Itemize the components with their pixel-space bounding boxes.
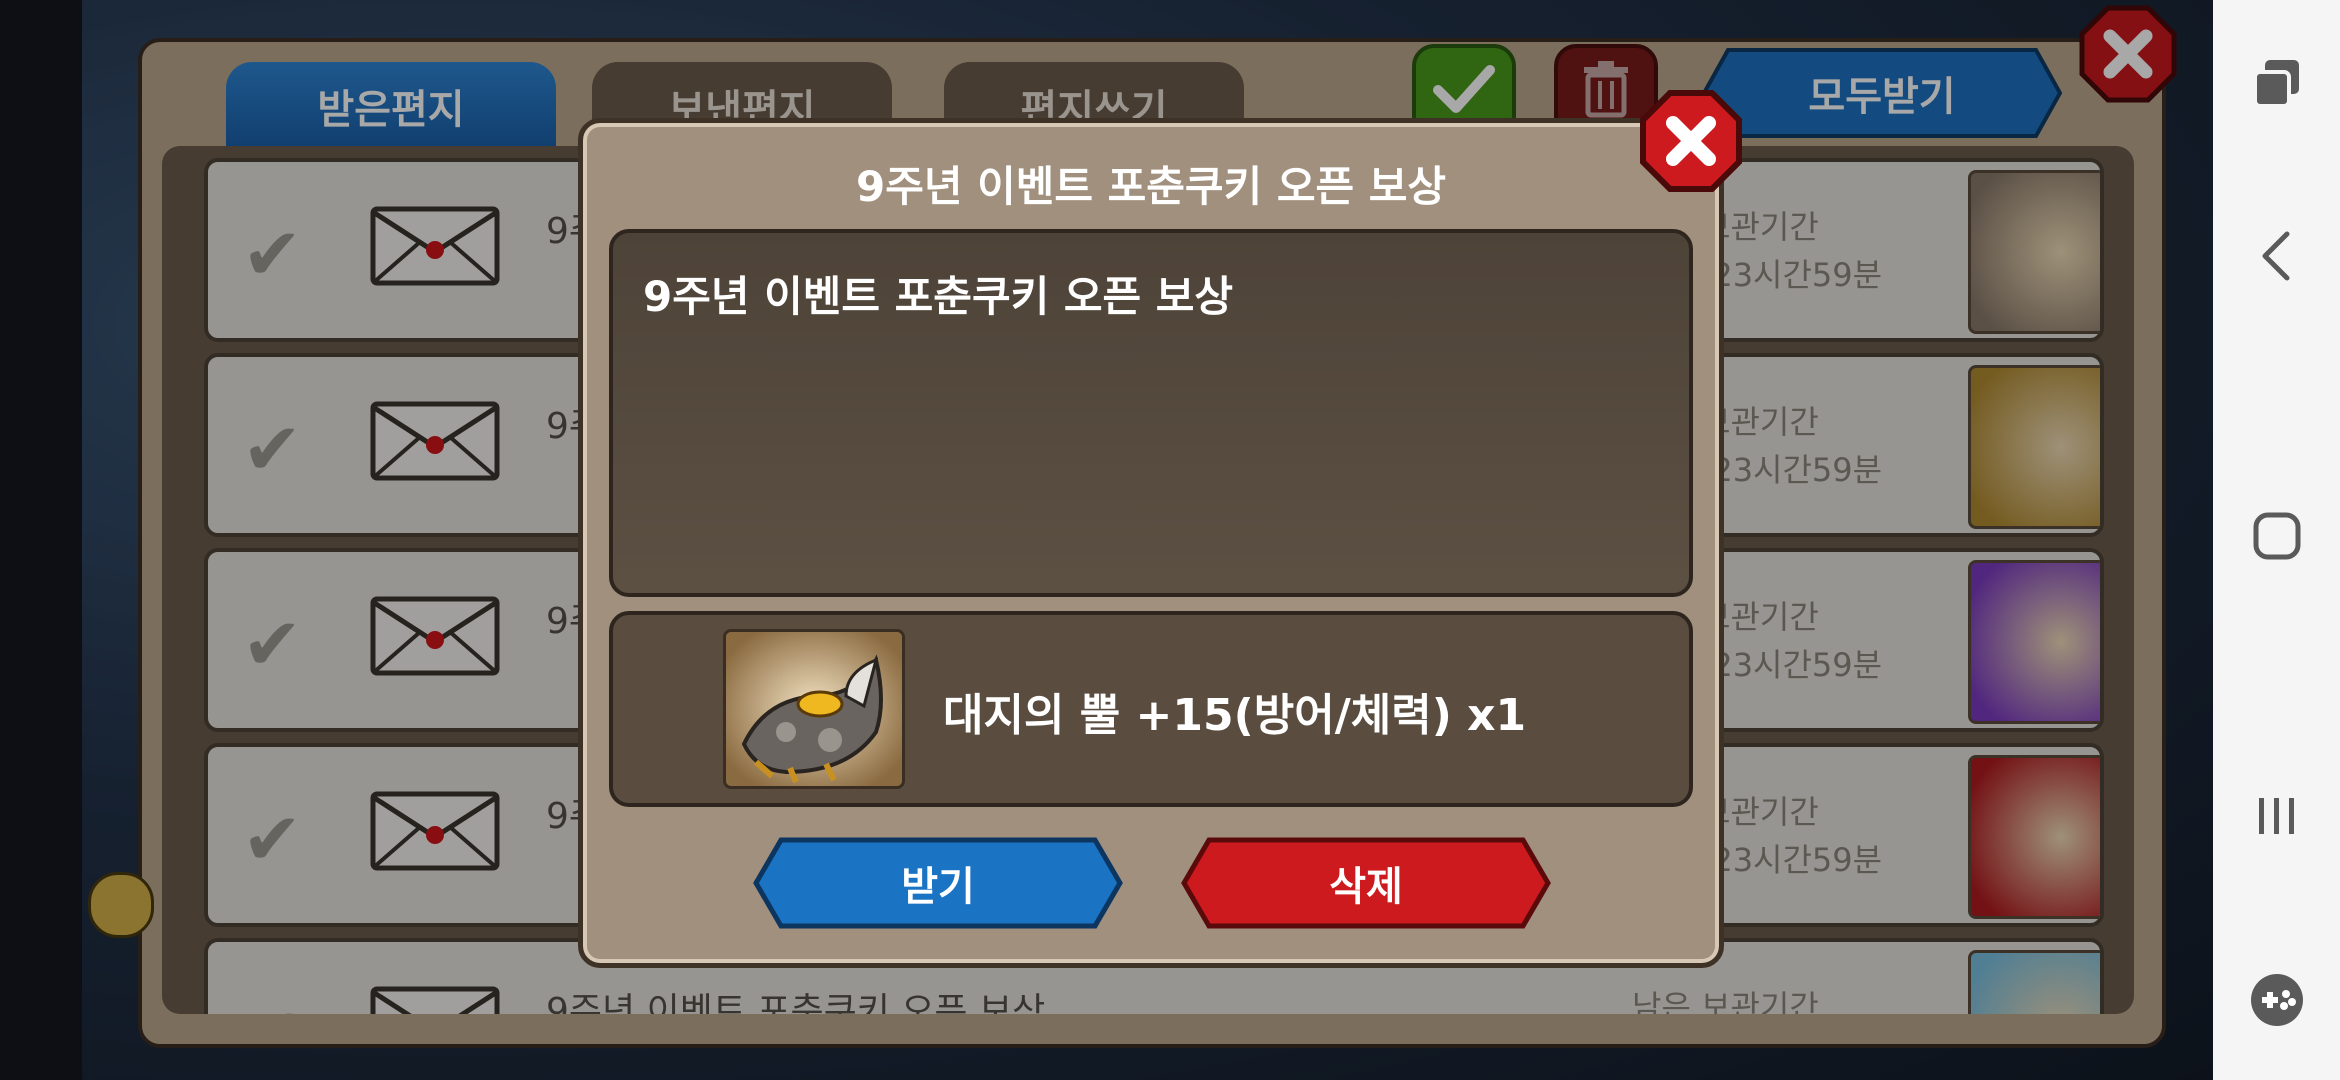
- receive-button[interactable]: 받기: [753, 837, 1123, 929]
- receive-button-label: 받기: [901, 864, 975, 910]
- dialog-title: 9주년 이벤트 포춘쿠키 오픈 보상: [855, 162, 1447, 211]
- message-box: 9주년 이벤트 포춘쿠키 오픈 보상: [609, 229, 1693, 597]
- multi-window-icon: [2252, 60, 2299, 108]
- earth-horn-icon: [723, 629, 905, 789]
- close-icon: [1640, 90, 1742, 192]
- device-left-edge: [0, 0, 82, 1080]
- nav-overview-button[interactable]: [2213, 44, 2340, 124]
- delete-button[interactable]: 삭제: [1181, 837, 1551, 929]
- nav-recents-button[interactable]: [2213, 776, 2340, 856]
- nav-home-button[interactable]: [2213, 496, 2340, 576]
- gamepad-icon: [2250, 974, 2303, 1026]
- reward-box: 대지의 뿔 +15(방어/체력) x1: [609, 611, 1693, 807]
- mail-detail-dialog: 9주년 이벤트 포춘쿠키 오픈 보상 9주년 이벤트 포춘쿠키 오픈 보상 대지…: [578, 90, 1742, 968]
- nav-game-tools-button[interactable]: [2213, 960, 2340, 1040]
- recents-icon: [2258, 798, 2294, 834]
- reward-text: 대지의 뿔 +15(방어/체력) x1: [943, 690, 1527, 741]
- message-text: 9주년 이벤트 포춘쿠키 오픈 보상: [643, 272, 1234, 321]
- home-icon: [2253, 512, 2300, 560]
- system-navigation-bar: [2213, 0, 2340, 1080]
- nav-back-button[interactable]: [2213, 216, 2340, 296]
- delete-button-label: 삭제: [1329, 864, 1403, 910]
- game-screen: 받은편지 보낸편지 편지쓰기 모두받기 ✔9주년 이벤트 포춘쿠키 오픈 보상남…: [0, 0, 2213, 1080]
- back-icon: [2262, 231, 2289, 281]
- dialog-close-button[interactable]: [1639, 89, 1743, 193]
